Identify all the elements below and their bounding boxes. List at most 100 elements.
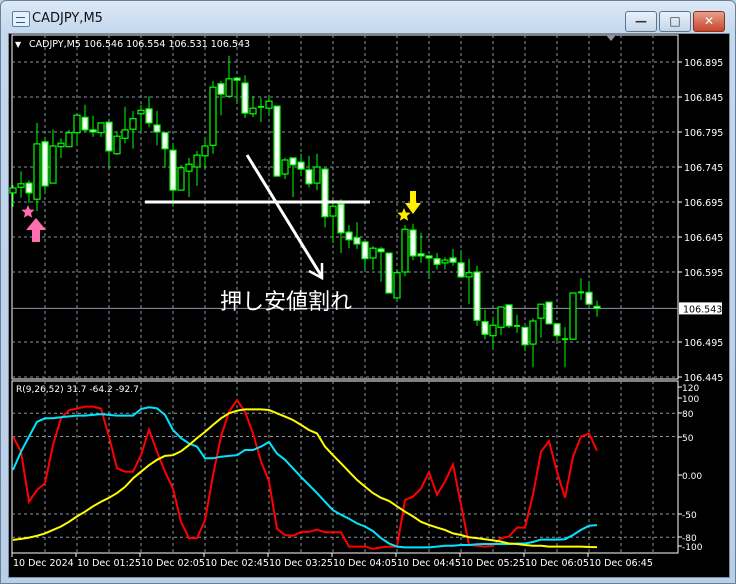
- time-tick-label: 10 Dec 02:45: [205, 558, 269, 569]
- candle-bull: [401, 228, 409, 273]
- time-tick-label: 10 Dec 01:25: [77, 558, 141, 569]
- price-tick-label: 106.895: [684, 58, 723, 69]
- indicator-tick-label: 100: [682, 395, 699, 405]
- main-plot-frame: [11, 34, 679, 380]
- time-tick-label: 10 Dec 04:45: [397, 558, 461, 569]
- candle-bear: [425, 255, 433, 259]
- candle-bull: [209, 86, 217, 146]
- candle-bull: [193, 154, 201, 168]
- candle-bull: [369, 247, 377, 259]
- candle-bear: [169, 149, 177, 191]
- candle-bear: [321, 168, 329, 218]
- candle-bull: [465, 272, 473, 278]
- candle-bull: [73, 114, 81, 134]
- candle-bear: [385, 252, 393, 294]
- candle-bull: [393, 272, 401, 299]
- price-tick-label: 106.495: [684, 338, 723, 349]
- candle-bull: [441, 259, 449, 264]
- candle-bull: [113, 135, 121, 155]
- indicator-tick-label: -100: [682, 543, 703, 553]
- candle-bear: [353, 237, 361, 245]
- candle-bear: [337, 203, 345, 234]
- candle-bear: [153, 124, 161, 133]
- candle-bull: [329, 205, 337, 217]
- candle-bear: [25, 182, 33, 194]
- candle-bear: [409, 229, 417, 257]
- candle-bull: [249, 107, 257, 115]
- buy-star-icon: [21, 205, 35, 218]
- buy-arrow-up-icon: [26, 218, 46, 242]
- indicator-label: R(9,26,52) 31.7 -64.2 -92.7: [16, 385, 139, 395]
- candle-bear: [449, 257, 457, 263]
- candle-bear: [593, 305, 601, 309]
- candle-bear: [585, 291, 593, 305]
- candle-bull: [529, 320, 537, 345]
- chart-header: CADJPY,M5 106.546 106.554 106.531 106.54…: [29, 39, 250, 50]
- candle-bear: [105, 121, 113, 152]
- candle-bear: [433, 258, 441, 265]
- candle-bear: [145, 108, 153, 124]
- indicator-tick-label: 50: [682, 434, 694, 444]
- price-tick-label: 106.695: [684, 198, 723, 209]
- candle-bear: [81, 116, 89, 131]
- indicator-tick-label: 80: [682, 410, 694, 420]
- chart-menu-triangle-icon[interactable]: ▼: [15, 40, 22, 49]
- candle-bear: [305, 169, 313, 185]
- candle-bull: [57, 142, 65, 148]
- current-price-label: 106.543: [683, 304, 722, 315]
- price-chart[interactable]: 106.895 106.845 106.795 106.745 106.695 106.6…: [0, 0, 736, 584]
- candle-bull: [177, 167, 185, 191]
- candle-bull: [201, 145, 209, 157]
- candle-bull: [537, 303, 545, 319]
- candle-bull: [9, 187, 17, 194]
- candle-bull: [49, 145, 57, 184]
- candle-bear: [41, 141, 49, 187]
- candle-bear: [457, 262, 465, 278]
- candle-bull: [489, 324, 497, 337]
- candle-bull: [185, 163, 193, 172]
- candle-bear: [89, 129, 97, 133]
- candle-bear: [377, 248, 385, 253]
- candle-bear: [545, 301, 553, 325]
- candle-bull: [121, 129, 129, 139]
- candle-bull: [97, 122, 105, 134]
- price-tick-label: 106.795: [684, 128, 723, 139]
- candle-bear: [481, 321, 489, 335]
- candle-bull: [225, 78, 233, 97]
- time-tick-label: 10 Dec 06:45: [589, 558, 653, 569]
- candle-bear: [553, 323, 561, 337]
- time-tick-label: 10 Dec 05:25: [461, 558, 525, 569]
- candle-bull: [129, 118, 137, 130]
- candle-bear: [361, 241, 369, 260]
- candle-bear: [161, 132, 169, 150]
- candle-bull: [569, 292, 577, 340]
- candle-bull: [65, 132, 73, 148]
- time-tick-label: 10 Dec 04:05: [333, 558, 397, 569]
- indicator-tick-label: 120: [682, 384, 699, 394]
- candle-bear: [289, 157, 297, 166]
- price-tick-label: 106.445: [684, 373, 723, 384]
- price-tick-label: 106.745: [684, 163, 723, 174]
- chart-shift-triangle-icon[interactable]: [606, 35, 616, 41]
- candle-bear: [417, 253, 425, 257]
- annotation-text: 押し安値割れ: [220, 290, 352, 315]
- sell-star-icon: [397, 208, 411, 221]
- candle-bull: [265, 100, 273, 109]
- candle-bull: [313, 166, 321, 184]
- price-tick-label: 106.595: [684, 268, 723, 279]
- candle-bear: [473, 271, 481, 321]
- sell-arrow-down-icon: [405, 191, 421, 214]
- candle-bear: [273, 105, 281, 177]
- candle-bear: [345, 231, 353, 241]
- candle-bull: [281, 159, 289, 175]
- candle-bear: [233, 77, 241, 81]
- time-tick-label: 10 Dec 02:05: [141, 558, 205, 569]
- candle-bear: [217, 83, 225, 95]
- candle-bull: [17, 183, 25, 188]
- time-tick-label: 10 Dec 06:05: [525, 558, 589, 569]
- price-tick-label: 106.845: [684, 93, 723, 104]
- candle-bull: [497, 306, 505, 328]
- indicator-tick-label: -50: [682, 511, 697, 521]
- candle-bear: [297, 161, 305, 170]
- indicator-tick-label: 0.00: [682, 472, 702, 482]
